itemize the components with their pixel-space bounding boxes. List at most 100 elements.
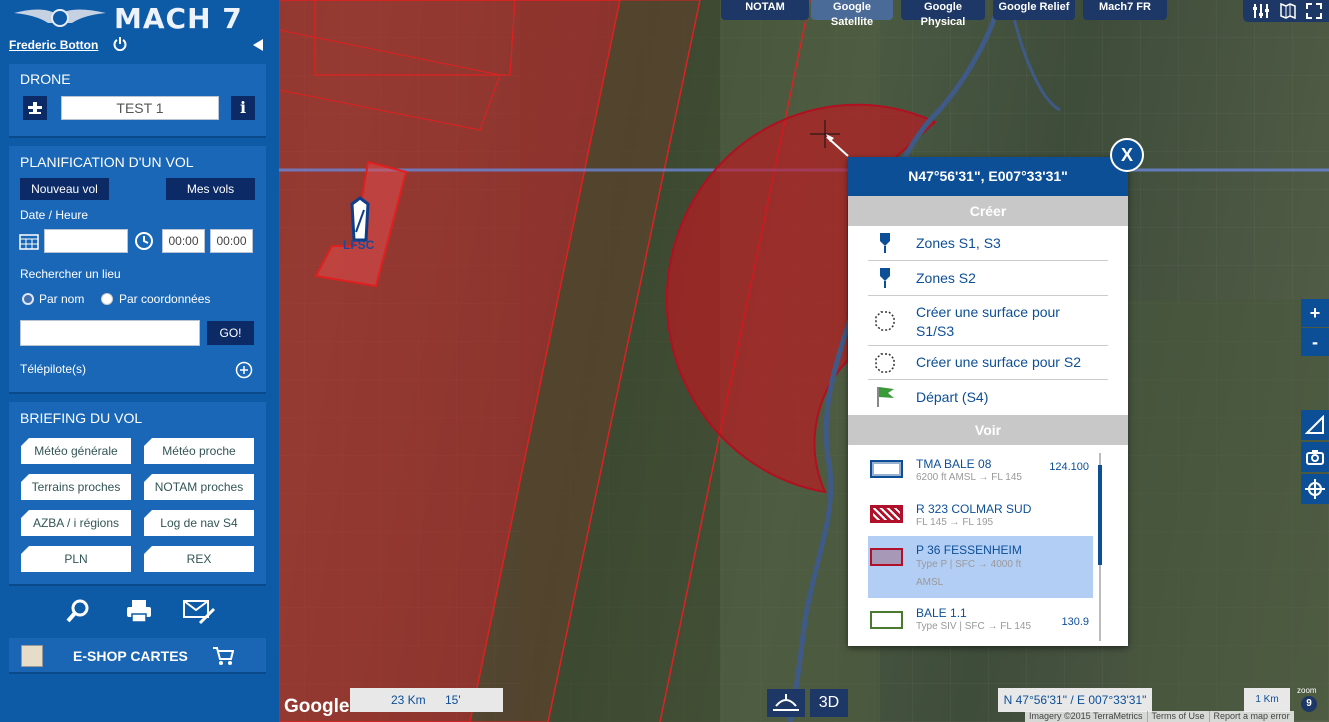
tab-notam[interactable]: NOTAM: [721, 0, 809, 20]
create-surface-s2[interactable]: Créer une surface pour S2: [868, 346, 1108, 380]
radio-by-name[interactable]: [22, 293, 34, 305]
create-section-title: Créer: [848, 196, 1128, 226]
pin-icon: [880, 268, 890, 288]
tab-mach7-fr[interactable]: Mach7 FR: [1083, 0, 1167, 20]
create-zones-s1-s3[interactable]: Zones S1, S3: [868, 226, 1108, 261]
briefing-panel: BRIEFING DU VOL Météo générale Météo pro…: [9, 402, 266, 586]
scale-bar: 23 Km 15': [350, 688, 503, 712]
pin-icon: [880, 233, 890, 253]
mail-settings-icon[interactable]: [182, 597, 216, 625]
airport-label: LFSC: [343, 238, 375, 252]
report-error-link[interactable]: Report a map error: [1208, 711, 1294, 722]
tab-google-physical[interactable]: Google Physical: [901, 0, 985, 28]
map-book-icon[interactable]: [1279, 2, 1297, 20]
map-layer-tabs: NOTAM Google Satellite Google Physical G…: [721, 0, 1175, 28]
radio-by-coords-label: Par coordonnées: [119, 292, 211, 306]
ruler-icon: [1304, 414, 1324, 434]
date-input[interactable]: [44, 229, 128, 253]
create-departure-s4[interactable]: Départ (S4): [868, 380, 1108, 415]
location-popup: N47°56'31", E007°33'31" Créer Zones S1, …: [848, 157, 1128, 646]
octagon-icon: [875, 353, 895, 373]
google-logo: Google: [284, 696, 350, 717]
wing-logo-icon: [14, 9, 106, 27]
rex-button[interactable]: REX: [144, 546, 254, 572]
map-credits: Imagery ©2015 TerraMetrics Terms of Use …: [1025, 711, 1294, 722]
zoom-level-badge: 9: [1301, 696, 1317, 712]
power-icon[interactable]: [113, 37, 127, 51]
planning-title: PLANIFICATION D'UN VOL: [20, 154, 194, 170]
flight-planning-panel: PLANIFICATION D'UN VOL Nouveau vol Mes v…: [9, 146, 266, 394]
close-popup-button[interactable]: X: [1110, 138, 1144, 172]
azba-button[interactable]: AZBA / i régions: [21, 510, 131, 536]
radio-by-name-label: Par nom: [39, 292, 85, 306]
tab-google-relief[interactable]: Google Relief: [993, 0, 1075, 20]
camera-icon: [1306, 450, 1324, 465]
sliders-icon[interactable]: [1251, 2, 1271, 20]
cursor-coordinates: N 47°56'31" / E 007°33'31": [998, 688, 1152, 712]
imagery-credit: Imagery ©2015 TerraMetrics: [1029, 711, 1143, 721]
locate-button[interactable]: [1301, 474, 1329, 504]
zoom-label: zoom: [1297, 686, 1317, 695]
zone-item-bale-1-1[interactable]: BALE 1.1 Type SIV | SFC → FL 145 130.9: [868, 606, 1093, 644]
user-name-link[interactable]: Frederic Botton: [9, 38, 98, 52]
zoom-in-button[interactable]: +: [1301, 299, 1329, 327]
collapse-sidebar-icon[interactable]: [253, 39, 263, 51]
eshop-button[interactable]: E-SHOP CARTES: [9, 638, 266, 674]
drone-panel: DRONE TEST 1 i: [9, 64, 266, 138]
zones-scrollbar[interactable]: [1097, 453, 1103, 641]
brand-title: MACH 7: [114, 1, 243, 35]
zone-item-p36[interactable]: P 36 FESSENHEIM Type P | SFC → 4000 ft A…: [868, 543, 1093, 597]
horizon-icon: [773, 694, 799, 711]
expand-icon[interactable]: [1305, 2, 1323, 20]
briefing-title: BRIEFING DU VOL: [20, 410, 143, 426]
drone-name-field[interactable]: TEST 1: [61, 96, 219, 120]
cart-icon: [213, 647, 234, 665]
nearby-fields-button[interactable]: Terrains proches: [21, 474, 131, 500]
go-button[interactable]: GO!: [207, 321, 254, 345]
printer-icon[interactable]: [125, 597, 153, 625]
radio-by-coords[interactable]: [101, 293, 113, 305]
tab-google-satellite[interactable]: Google Satellite: [811, 0, 893, 28]
scale-1km: 1 Km: [1244, 688, 1290, 712]
clock-icon[interactable]: [134, 231, 154, 251]
info-icon[interactable]: i: [231, 96, 255, 120]
place-search-input[interactable]: [20, 320, 200, 346]
add-telepilot-icon[interactable]: [235, 361, 253, 379]
nearby-notam-button[interactable]: NOTAM proches: [144, 474, 254, 500]
pln-button[interactable]: PLN: [21, 546, 131, 572]
zoom-out-button[interactable]: -: [1301, 328, 1329, 356]
telepilots-label: Télépilote(s): [20, 362, 87, 376]
crosshair-icon: [1305, 479, 1325, 499]
view-3d-button[interactable]: 3D: [810, 689, 848, 717]
camera-button[interactable]: [1301, 442, 1329, 472]
map-thumbnail-icon: [21, 645, 43, 667]
create-surface-s1-s3[interactable]: Créer une surface pour S1/S3: [868, 296, 1108, 346]
datetime-label: Date / Heure: [20, 208, 89, 222]
drone-icon[interactable]: [23, 96, 47, 120]
ruler-button[interactable]: [1301, 410, 1329, 440]
top-icons-bar: [1243, 0, 1329, 22]
calendar-icon[interactable]: [19, 232, 39, 250]
scale-km: 23 Km: [391, 693, 426, 707]
weather-nearby-button[interactable]: Météo proche: [144, 438, 254, 464]
scale-minutes: 15': [445, 693, 461, 707]
create-zones-s2[interactable]: Zones S2: [868, 261, 1108, 296]
magnifier-icon[interactable]: [64, 597, 92, 625]
end-time-input[interactable]: 00:00: [210, 229, 253, 253]
horizon-button[interactable]: [767, 689, 805, 717]
new-flight-button[interactable]: Nouveau vol: [20, 178, 109, 200]
see-section-title: Voir: [848, 415, 1128, 445]
zone-item-tma-bale[interactable]: TMA BALE 08 6200 ft AMSL → FL 145 124.10…: [868, 457, 1093, 497]
my-flights-button[interactable]: Mes vols: [166, 178, 255, 200]
terms-link[interactable]: Terms of Use: [1146, 711, 1209, 722]
eshop-label: E-SHOP CARTES: [73, 648, 188, 664]
nav-log-button[interactable]: Log de nav S4: [144, 510, 254, 536]
airport-marker-icon: [350, 196, 370, 242]
weather-general-button[interactable]: Météo générale: [21, 438, 131, 464]
start-time-input[interactable]: 00:00: [162, 229, 205, 253]
drone-title: DRONE: [20, 71, 71, 87]
sidebar: MACH 7 Frederic Botton DRONE TEST 1 i PL…: [0, 0, 279, 722]
search-place-label: Rechercher un lieu: [20, 267, 121, 281]
logo: MACH 7: [14, 1, 266, 35]
flag-icon: [877, 387, 894, 407]
